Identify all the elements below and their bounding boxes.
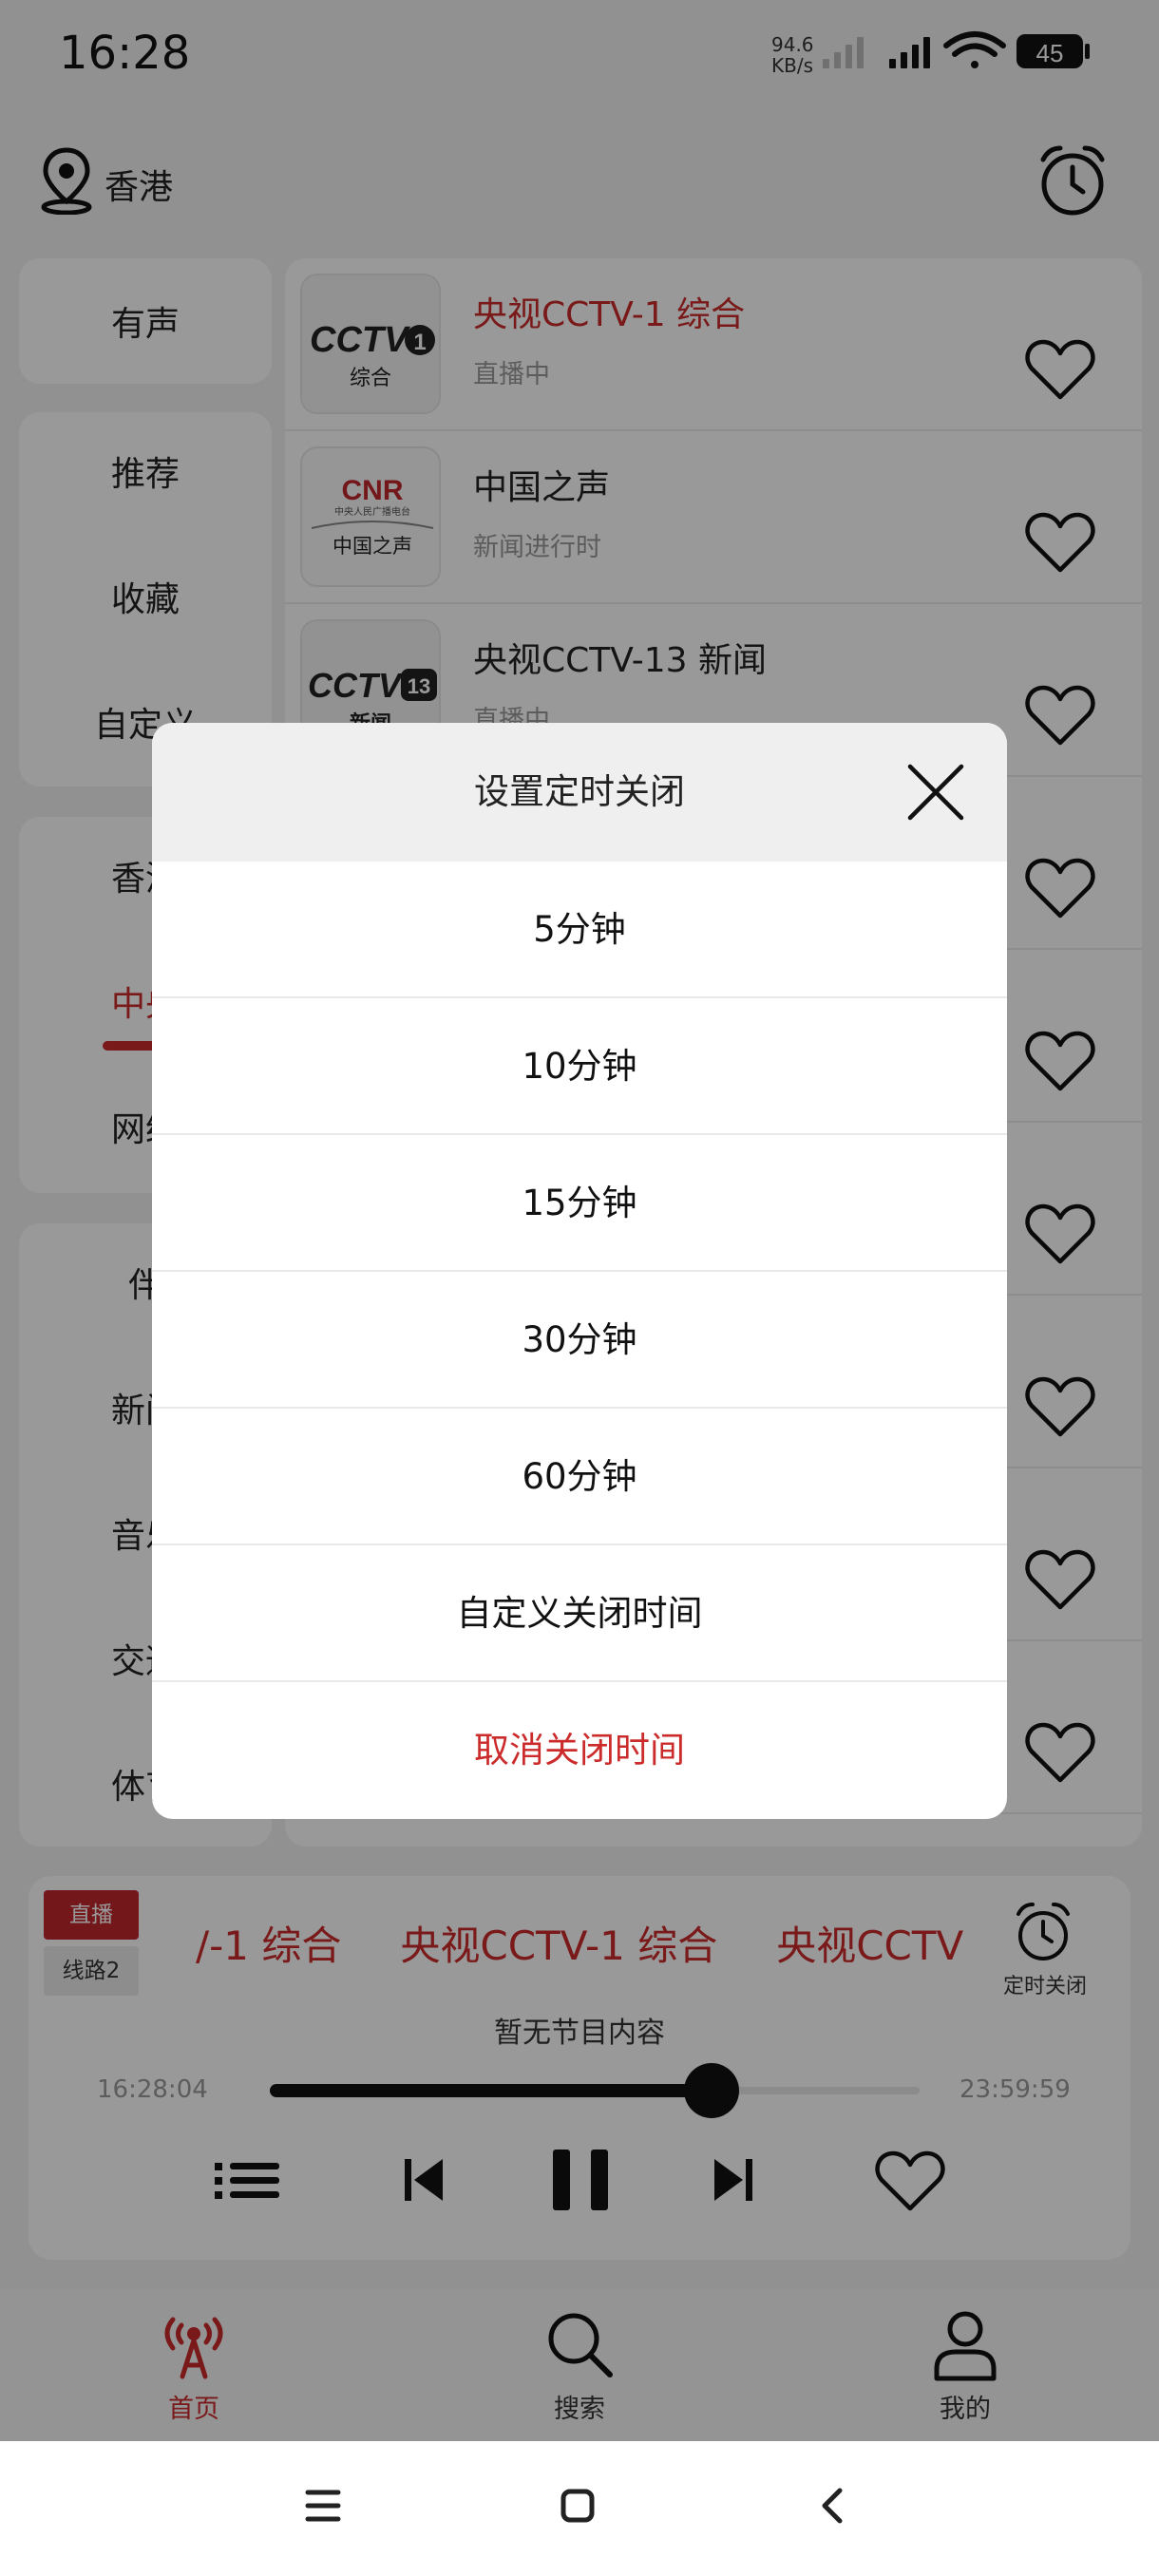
menu-icon[interactable] (304, 2487, 342, 2525)
home-icon[interactable] (559, 2487, 597, 2525)
timer-option-60min[interactable]: 60分钟 (152, 1409, 1007, 1545)
timer-option-15min[interactable]: 15分钟 (152, 1135, 1007, 1272)
timer-option-custom[interactable]: 自定义关闭时间 (152, 1545, 1007, 1682)
back-icon[interactable] (813, 2487, 851, 2525)
cancel-timer-button[interactable]: 取消关闭时间 (152, 1682, 1007, 1819)
system-navigation-bar (0, 2441, 1159, 2576)
dialog-header: 设置定时关闭 (152, 723, 1007, 862)
close-icon[interactable] (902, 759, 969, 825)
timer-option-10min[interactable]: 10分钟 (152, 998, 1007, 1135)
dialog-title: 设置定时关闭 (474, 771, 685, 812)
timer-option-5min[interactable]: 5分钟 (152, 862, 1007, 998)
sleep-timer-dialog: 设置定时关闭 5分钟 10分钟 15分钟 30分钟 60分钟 自定义关闭时间 取… (152, 723, 1007, 1819)
timer-option-30min[interactable]: 30分钟 (152, 1272, 1007, 1409)
